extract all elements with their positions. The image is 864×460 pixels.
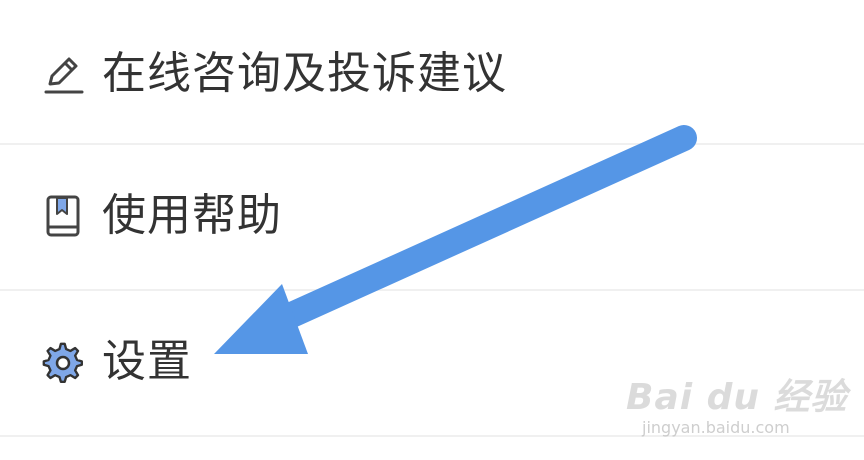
divider xyxy=(0,289,864,291)
help-book-icon xyxy=(42,194,86,238)
menu-list: 在线咨询及投诉建议 使用帮助 设置 xyxy=(0,0,864,460)
menu-item-label: 使用帮助 xyxy=(102,190,282,241)
divider xyxy=(0,143,864,145)
menu-item-help[interactable]: 使用帮助 xyxy=(0,146,864,286)
menu-item-feedback[interactable]: 在线咨询及投诉建议 xyxy=(0,4,864,144)
menu-item-label: 在线咨询及投诉建议 xyxy=(102,48,507,99)
gear-icon xyxy=(42,342,86,386)
menu-item-settings[interactable]: 设置 xyxy=(0,292,864,432)
pencil-icon xyxy=(42,52,86,96)
divider xyxy=(0,435,864,437)
menu-item-label: 设置 xyxy=(102,336,192,387)
